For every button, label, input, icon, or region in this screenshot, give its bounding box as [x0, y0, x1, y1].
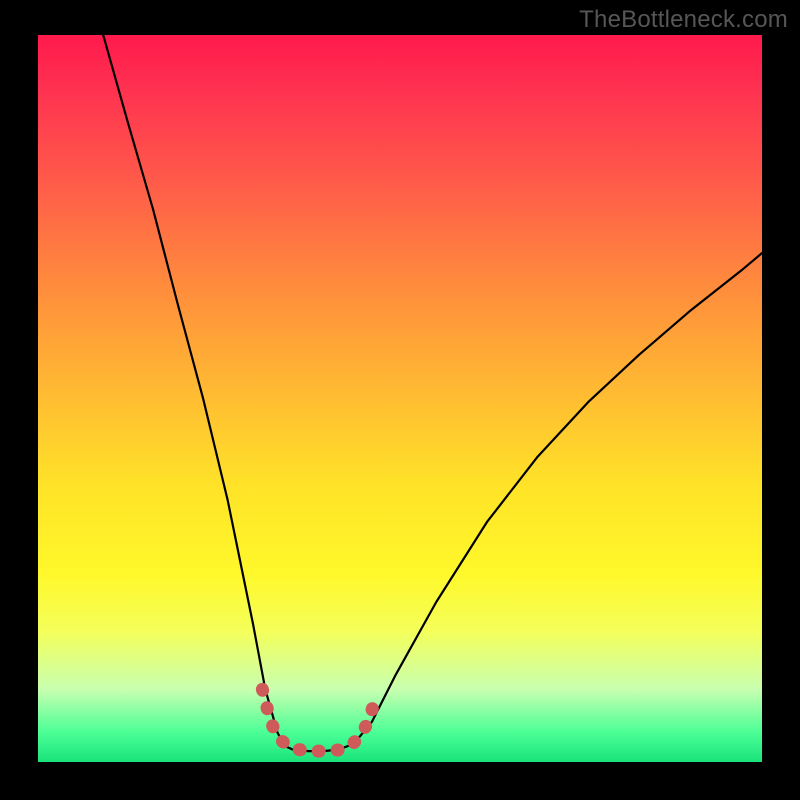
- watermark-text: TheBottleneck.com: [579, 6, 788, 34]
- chart-frame: TheBottleneck.com: [0, 0, 800, 800]
- bottleneck-curve: [103, 35, 762, 751]
- chart-svg: [38, 35, 762, 762]
- chart-plot-area: [38, 35, 762, 762]
- minimum-region-highlight: [262, 689, 374, 751]
